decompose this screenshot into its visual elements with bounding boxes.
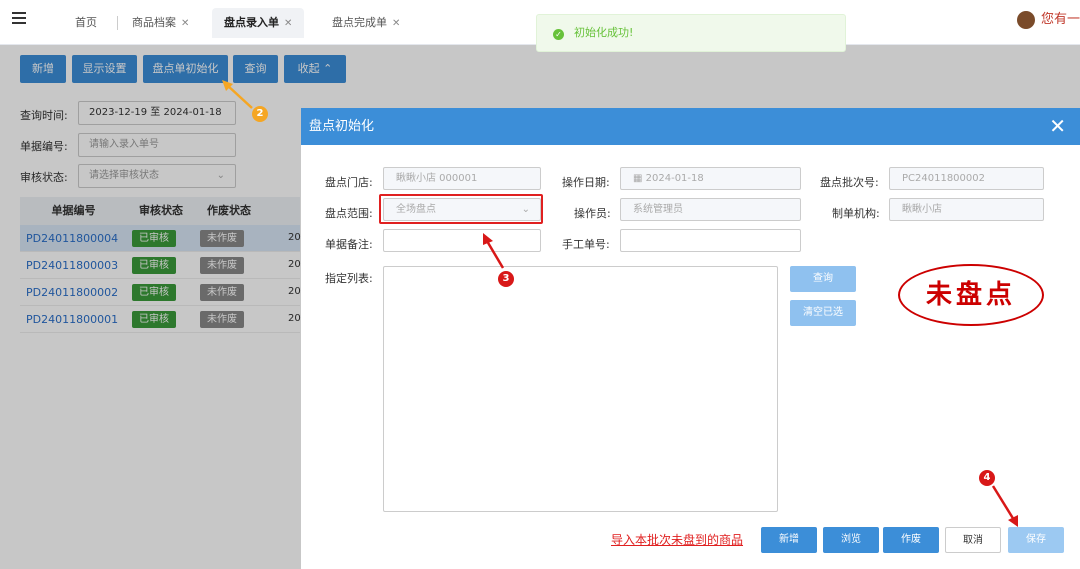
- save-button[interactable]: 保存: [1008, 527, 1064, 553]
- check-circle-icon: ✓: [553, 29, 564, 40]
- browse-button[interactable]: 浏览: [823, 527, 879, 553]
- manual-no-label: 手工单号:: [562, 238, 610, 251]
- list-query-button[interactable]: 查询: [790, 266, 856, 292]
- stock-init-dialog: 盘点初始化 ✕ 盘点门店: 瞅瞅小店 000001 操作日期: ▦ 2024-0…: [301, 108, 1080, 569]
- clear-selected-button[interactable]: 清空已选: [790, 300, 856, 326]
- tab-stock-complete[interactable]: 盘点完成单 ✕: [332, 8, 400, 38]
- tab-stock-entry[interactable]: 盘点录入单 ✕: [212, 8, 305, 38]
- step-marker-2: 2: [252, 106, 268, 122]
- batch-no-label: 盘点批次号:: [820, 176, 879, 189]
- highlight-box: [379, 194, 543, 224]
- step-marker-3: 3: [498, 271, 514, 287]
- manual-no-input[interactable]: [620, 229, 801, 252]
- remark-input[interactable]: [383, 229, 541, 252]
- specified-list[interactable]: [383, 266, 778, 512]
- user-menu[interactable]: 您有一: [1016, 8, 1080, 29]
- remark-label: 单据备注:: [325, 238, 373, 251]
- batch-no-field: PC24011800002: [889, 167, 1044, 190]
- org-label: 制单机构:: [832, 207, 880, 220]
- dialog-header: 盘点初始化 ✕: [301, 108, 1080, 145]
- close-icon[interactable]: ✕: [392, 18, 400, 29]
- store-field: 瞅瞅小店 000001: [383, 167, 541, 190]
- success-toast: ✓ 初始化成功!: [536, 14, 846, 52]
- op-date-field: ▦ 2024-01-18: [620, 167, 801, 190]
- org-field: 瞅瞅小店: [889, 198, 1044, 221]
- close-icon[interactable]: ✕: [1049, 108, 1066, 145]
- calendar-icon: ▦: [633, 173, 646, 184]
- not-counted-stamp: 未盘点: [898, 264, 1044, 326]
- cancel-button[interactable]: 取消: [945, 527, 1001, 553]
- void-button[interactable]: 作废: [883, 527, 939, 553]
- tab-home[interactable]: 首页: [75, 8, 97, 38]
- operator-field: 系统管理员: [620, 198, 801, 221]
- store-label: 盘点门店:: [325, 176, 373, 189]
- scope-label: 盘点范围:: [325, 207, 373, 220]
- dialog-new-button[interactable]: 新增: [761, 527, 817, 553]
- close-icon[interactable]: ✕: [284, 18, 292, 29]
- tab-divider: [117, 16, 118, 30]
- step-marker-4: 4: [979, 470, 995, 486]
- menu-icon[interactable]: [12, 12, 26, 26]
- close-icon[interactable]: ✕: [181, 18, 189, 29]
- import-uncounted-link[interactable]: 导入本批次未盘到的商品: [611, 531, 743, 548]
- op-date-label: 操作日期:: [562, 176, 610, 189]
- tab-product-archive[interactable]: 商品档案 ✕: [132, 8, 189, 38]
- list-label: 指定列表:: [325, 272, 373, 285]
- avatar: [1016, 10, 1035, 29]
- dialog-title: 盘点初始化: [309, 119, 375, 134]
- operator-label: 操作员:: [574, 207, 611, 220]
